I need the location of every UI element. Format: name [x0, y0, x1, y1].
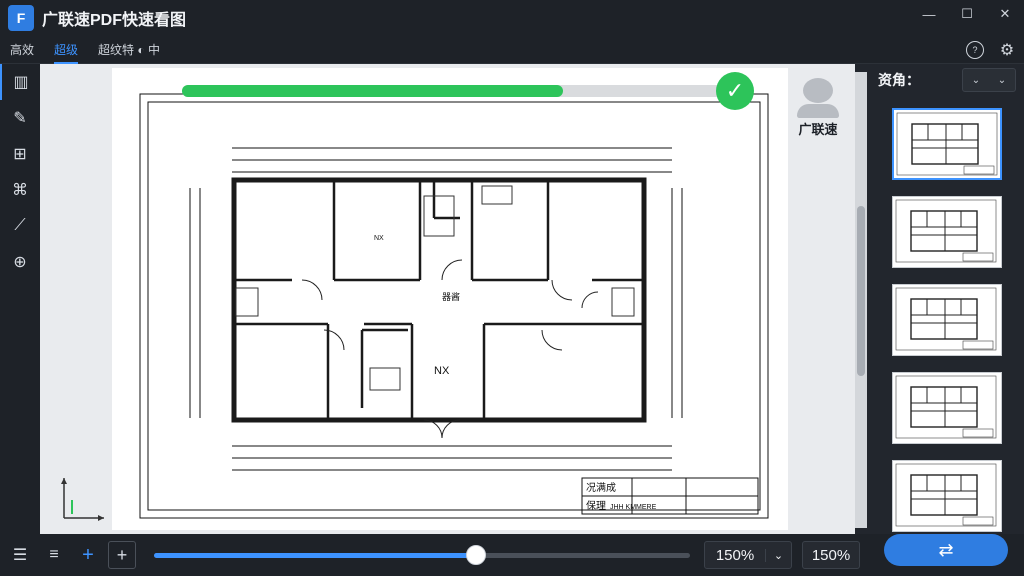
title-block-line-1: 况满成	[586, 482, 616, 494]
left-toolbar: ▥ ✎ ⊞ ⌘ ⟋ ⊕	[0, 64, 40, 534]
menu-icon[interactable]: ≡	[40, 541, 68, 569]
measure-icon[interactable]: ⟋	[0, 208, 40, 244]
page-view-icon[interactable]: ▥	[0, 64, 40, 100]
zoom-slider-handle[interactable]	[465, 545, 486, 565]
zoom-select[interactable]: 150% ⌄	[704, 541, 792, 569]
axes-icon	[61, 478, 104, 521]
target-icon[interactable]: ⊕	[0, 244, 40, 280]
zoom-value: 150%	[715, 546, 755, 564]
thumbnail-preview	[895, 375, 997, 439]
close-button[interactable]: ✕	[986, 0, 1024, 28]
bottom-toolbar: ☰ ≡ + + 150% ⌄ 150% ⇄	[0, 534, 1024, 576]
tab-super[interactable]: 超级	[44, 36, 88, 64]
recognition-progress-fill	[182, 85, 563, 97]
minimize-button[interactable]: —	[910, 0, 948, 28]
vertical-scrollbar[interactable]	[855, 72, 867, 528]
title-block-line-2-extra: JHH KMMERE	[610, 504, 657, 511]
vertical-scroll-thumb[interactable]	[857, 206, 865, 376]
page-thumbnail[interactable]	[892, 196, 1002, 268]
page-thumbnail[interactable]	[892, 372, 1002, 444]
check-circle-icon: ✓	[716, 72, 754, 110]
chevron-down-icon[interactable]: ⌄	[765, 548, 791, 562]
panel-header: 资角：	[878, 72, 920, 88]
window-controls: — ☐ ✕	[910, 0, 1024, 28]
pencil-icon[interactable]: ✎	[0, 100, 40, 136]
convert-button[interactable]: ⇄	[884, 534, 1008, 566]
zoom-slider-fill	[154, 553, 476, 558]
room-label-hall: 器酱	[442, 291, 460, 302]
tab-bar: 高效 超级 超纹特 ◐ 中	[0, 36, 1024, 64]
avatar[interactable]	[797, 78, 839, 118]
zoom-slider[interactable]	[154, 545, 690, 565]
panel-dropdown[interactable]: ⌄ ⌄	[962, 68, 1016, 92]
gear-icon[interactable]: ⚙	[998, 41, 1016, 59]
add-button[interactable]: +	[108, 541, 136, 569]
page-thumbnail[interactable]	[892, 108, 1002, 180]
app-title: 广联速PDF快速看图	[42, 12, 187, 29]
tab-efficient[interactable]: 高效	[0, 36, 44, 64]
avatar-label: 广联速	[798, 122, 838, 137]
drawing-canvas[interactable]: NX NX 器酱 况满成 保理 JHH KMMERE ✓ 广联速	[40, 64, 867, 534]
thumbnail-preview	[895, 287, 997, 351]
drawing-paper: NX NX 器酱 况满成 保理 JHH KMMERE	[112, 68, 788, 530]
chevron-down-icon[interactable]: ⌄	[972, 75, 980, 86]
title-block-line-2: 保理	[586, 499, 606, 512]
zoom-value-display[interactable]: 150%	[802, 541, 860, 569]
top-right-icons: ? ⚙	[966, 36, 1016, 64]
user-avatar-panel[interactable]: 广联速	[788, 68, 848, 138]
thumbnail-preview	[896, 112, 998, 176]
app-logo: F	[8, 5, 34, 31]
page-thumbnail[interactable]	[892, 284, 1002, 356]
thumbnail-preview	[895, 463, 997, 527]
chevron-down-icon[interactable]: ⌄	[998, 75, 1006, 86]
room-label-center: NX	[434, 365, 450, 377]
tab-super-texture[interactable]: 超纹特 ◐ 中	[88, 36, 170, 64]
swap-icon: ⇄	[938, 539, 954, 560]
layers-icon[interactable]: ⊞	[0, 136, 40, 172]
list-icon[interactable]: ☰	[6, 541, 34, 569]
thumbnail-preview	[895, 199, 997, 263]
right-thumbnail-panel: 资角： ⌄ ⌄	[870, 64, 1024, 534]
app-window: F 广联速PDF快速看图 — ☐ ✕ 高效 超级 超纹特 ◐ 中 ? ⚙ ▥ ✎…	[0, 0, 1024, 576]
help-icon[interactable]: ?	[966, 41, 984, 59]
maximize-button[interactable]: ☐	[948, 0, 986, 28]
page-thumbnail[interactable]	[892, 460, 1002, 532]
title-bar: F 广联速PDF快速看图 — ☐ ✕	[0, 0, 1024, 36]
room-label-small: NX	[374, 235, 384, 242]
align-icon[interactable]: ⌘	[0, 172, 40, 208]
floor-plan-drawing: NX NX 器酱 况满成 保理 JHH KMMERE	[139, 93, 769, 519]
recognition-progress-bar	[182, 85, 742, 97]
zoom-in-icon[interactable]: +	[74, 541, 102, 569]
